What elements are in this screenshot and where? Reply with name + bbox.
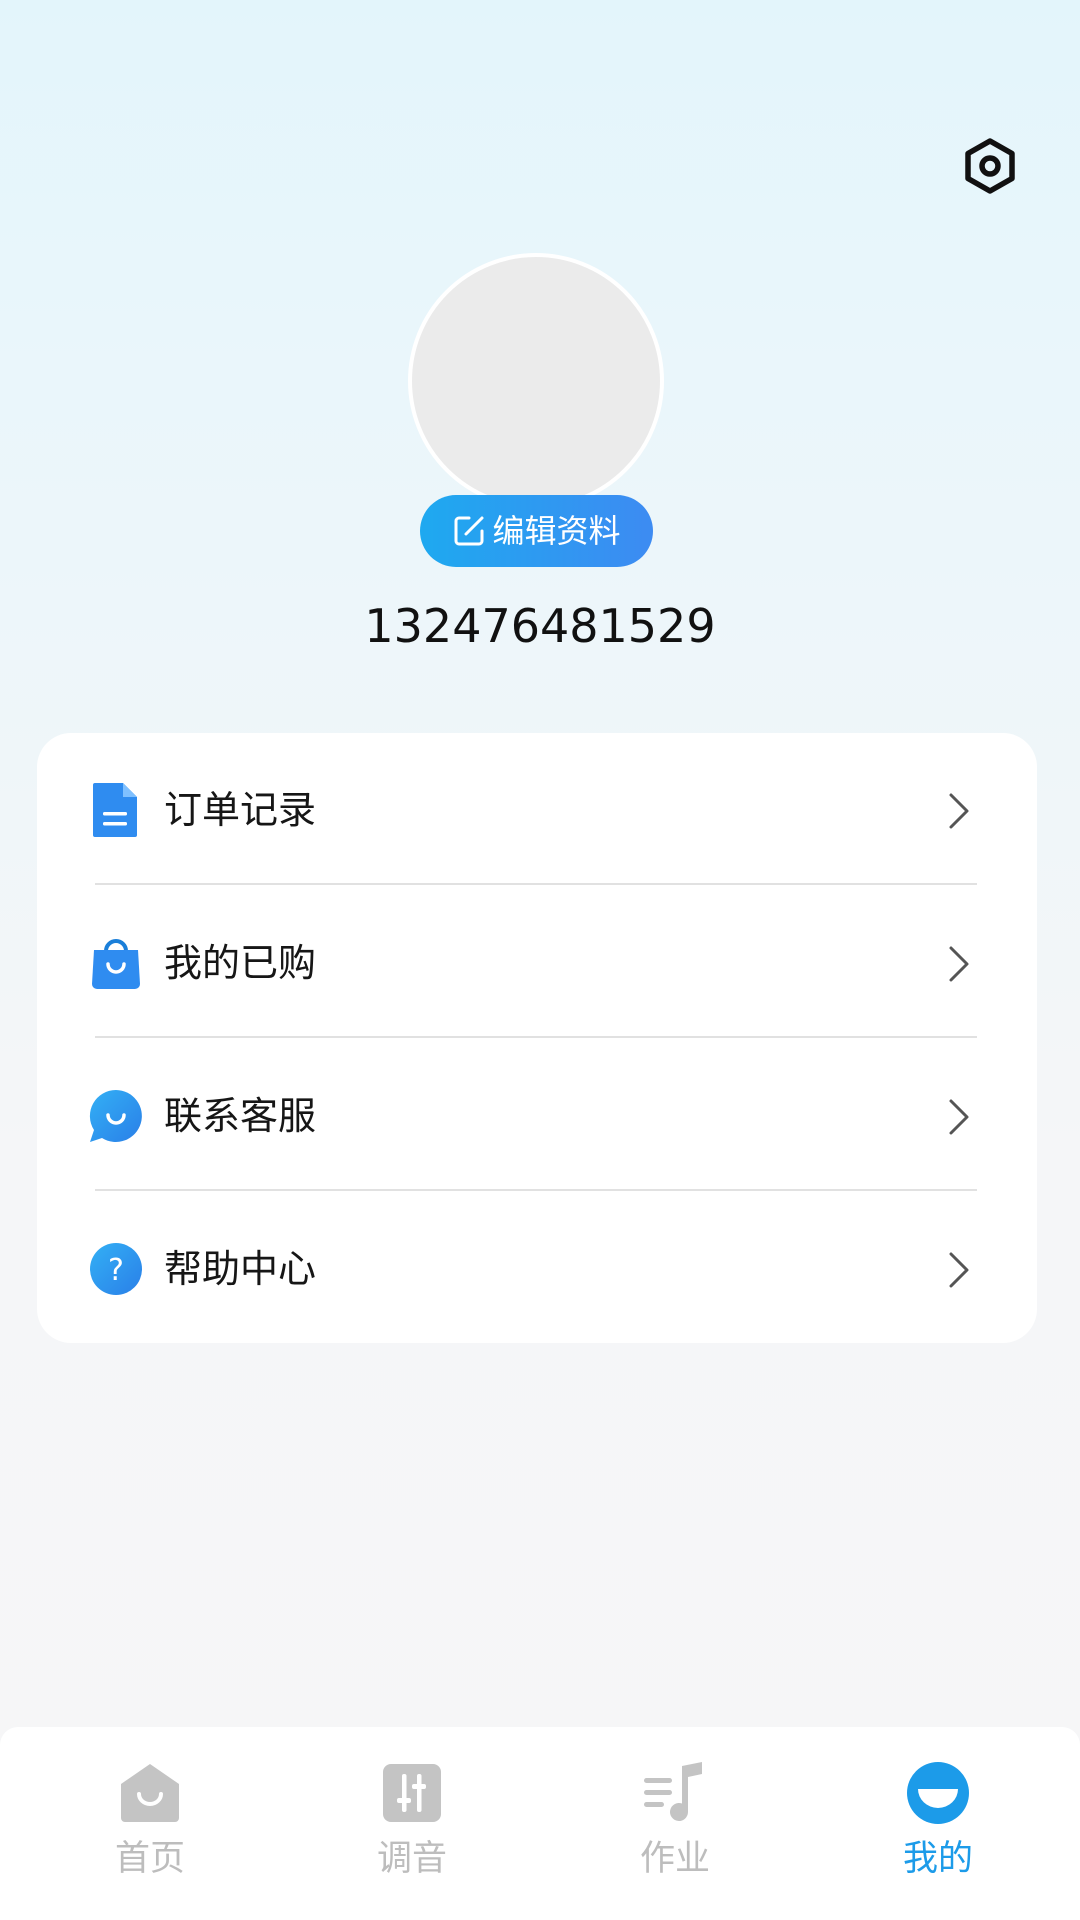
- menu-item-customer-service[interactable]: 联系客服: [37, 1039, 1037, 1192]
- edit-profile-button[interactable]: 编辑资料: [420, 495, 653, 567]
- document-icon: [93, 783, 137, 837]
- menu-item-order-records[interactable]: 订单记录: [37, 733, 1037, 886]
- tab-tuning[interactable]: 调音: [332, 1727, 492, 1920]
- edit-profile-label: 编辑资料: [492, 512, 621, 550]
- user-phone-number: 132476481529: [364, 599, 716, 653]
- menu-divider: [95, 1189, 977, 1191]
- avatar[interactable]: [408, 253, 664, 509]
- menu-card: 订单记录 我的已购 联系客服 ? 帮助中心: [37, 733, 1037, 1343]
- bottom-tab-bar: 首页 调音 作业 我的: [0, 1727, 1080, 1920]
- tab-label: 调音: [376, 1839, 447, 1879]
- menu-item-label: 帮助中心: [164, 1246, 317, 1291]
- svg-text:?: ?: [108, 1253, 124, 1288]
- tuner-sliders-icon: [383, 1764, 441, 1822]
- chevron-right-icon: [949, 793, 969, 829]
- tab-mine[interactable]: 我的: [858, 1727, 1018, 1920]
- menu-item-label: 订单记录: [164, 787, 317, 832]
- chat-bubble-icon: [89, 1089, 142, 1142]
- settings-button[interactable]: [960, 136, 1020, 196]
- help-question-icon: ?: [90, 1243, 142, 1295]
- tab-homework[interactable]: 作业: [595, 1727, 755, 1920]
- menu-item-label: 我的已购: [164, 940, 317, 985]
- music-note-list-icon: [644, 1762, 702, 1821]
- chevron-right-icon: [949, 946, 969, 982]
- home-icon: [121, 1764, 179, 1822]
- shopping-bag-icon: [92, 939, 140, 989]
- tab-label: 作业: [639, 1839, 710, 1879]
- profile-smile-icon: [907, 1762, 969, 1824]
- tab-home[interactable]: 首页: [70, 1727, 230, 1920]
- chevron-right-icon: [949, 1099, 969, 1135]
- tab-label: 我的: [902, 1839, 973, 1879]
- gear-hexagon-icon: [965, 138, 1015, 194]
- menu-divider: [95, 883, 977, 885]
- edit-square-icon: [454, 516, 484, 546]
- tab-label: 首页: [114, 1839, 185, 1879]
- menu-item-my-purchases[interactable]: 我的已购: [37, 886, 1037, 1039]
- menu-item-label: 联系客服: [164, 1093, 317, 1138]
- menu-divider: [95, 1036, 977, 1038]
- menu-item-help-center[interactable]: ? 帮助中心: [37, 1192, 1037, 1345]
- chevron-right-icon: [949, 1252, 969, 1288]
